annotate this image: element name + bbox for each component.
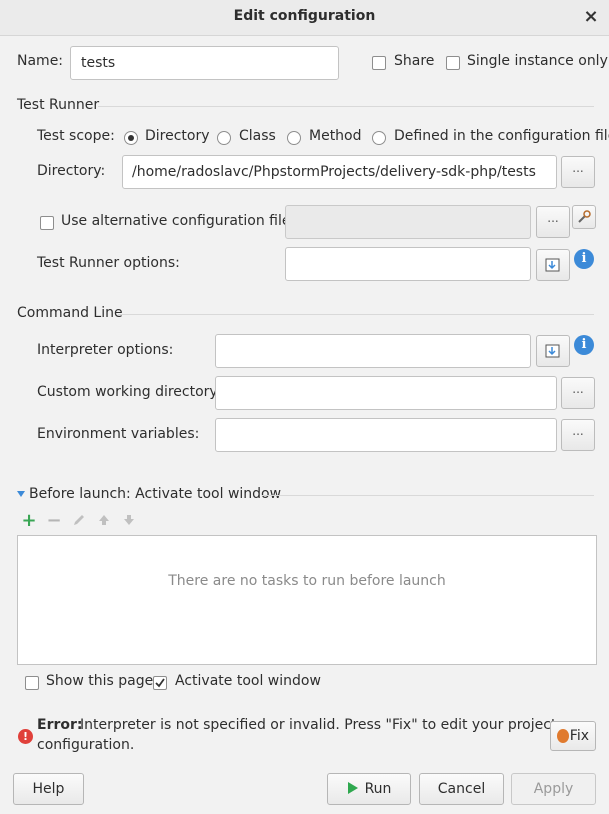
expand-text-icon bbox=[545, 344, 560, 358]
scope-config-file-label: Defined in the configuration file bbox=[394, 128, 609, 144]
environment-variables-input[interactable] bbox=[215, 418, 557, 452]
cancel-button[interactable]: Cancel bbox=[419, 773, 504, 805]
error-icon: ! bbox=[18, 729, 33, 744]
working-directory-input[interactable] bbox=[215, 376, 557, 410]
scope-method-radio[interactable] bbox=[287, 131, 301, 145]
checkmark-icon bbox=[155, 678, 165, 688]
show-page-label: Show this page bbox=[46, 673, 154, 689]
environment-variables-browse-button[interactable]: ... bbox=[561, 419, 595, 451]
wrench-icon bbox=[578, 210, 591, 223]
empty-task-list-text: There are no tasks to run before launch bbox=[168, 573, 446, 589]
interpreter-options-input[interactable] bbox=[215, 334, 531, 368]
working-directory-browse-button[interactable]: ... bbox=[561, 377, 595, 409]
alt-config-checkbox[interactable] bbox=[40, 216, 54, 230]
error-message-line2: configuration. bbox=[37, 737, 135, 753]
before-launch-header[interactable]: Before launch: Activate tool window bbox=[29, 486, 281, 502]
run-play-icon bbox=[347, 782, 358, 794]
environment-variables-label: Environment variables: bbox=[37, 426, 200, 442]
section-separator bbox=[118, 314, 594, 315]
alt-config-label: Use alternative configuration file: bbox=[61, 213, 296, 229]
test-runner-options-label: Test Runner options: bbox=[37, 255, 180, 271]
move-down-icon bbox=[121, 513, 137, 529]
move-up-icon bbox=[96, 513, 112, 529]
test-scope-label: Test scope: bbox=[37, 128, 115, 144]
alt-config-input[interactable] bbox=[285, 205, 531, 239]
dialog-title: Edit configuration bbox=[233, 8, 376, 24]
fix-bulb-icon bbox=[557, 729, 569, 743]
directory-browse-button[interactable]: ... bbox=[561, 156, 595, 188]
close-icon[interactable]: × bbox=[580, 7, 602, 29]
name-label: Name: bbox=[17, 53, 64, 69]
directory-label: Directory: bbox=[37, 163, 106, 179]
single-instance-label: Single instance only bbox=[467, 53, 608, 69]
directory-input[interactable]: /home/radoslavc/PhpstormProjects/deliver… bbox=[122, 155, 557, 189]
run-button-label: Run bbox=[364, 781, 392, 797]
apply-button[interactable]: Apply bbox=[511, 773, 596, 805]
settings-wrench-button[interactable] bbox=[572, 205, 596, 229]
section-separator bbox=[98, 106, 594, 107]
share-checkbox[interactable] bbox=[372, 56, 386, 70]
fix-button[interactable]: Fix bbox=[550, 721, 596, 751]
name-input[interactable]: tests bbox=[70, 46, 339, 80]
alt-config-browse-button[interactable]: ... bbox=[536, 206, 570, 238]
share-label: Share bbox=[394, 53, 435, 69]
test-runner-info-icon[interactable]: i bbox=[574, 249, 594, 269]
activate-tool-window-label: Activate tool window bbox=[175, 673, 321, 689]
command-line-section-title: Command Line bbox=[17, 305, 123, 321]
scope-directory-label: Directory bbox=[145, 128, 210, 144]
help-button[interactable]: Help bbox=[13, 773, 84, 805]
expand-interpreter-options-button[interactable] bbox=[536, 335, 570, 367]
run-button[interactable]: Run bbox=[327, 773, 411, 805]
section-separator bbox=[262, 495, 594, 496]
add-icon[interactable]: + bbox=[21, 512, 37, 530]
scope-method-label: Method bbox=[309, 128, 362, 144]
error-prefix: Error: bbox=[37, 717, 83, 733]
test-runner-options-input[interactable] bbox=[285, 247, 531, 281]
single-instance-checkbox[interactable] bbox=[446, 56, 460, 70]
edit-icon bbox=[71, 513, 87, 529]
scope-class-radio[interactable] bbox=[217, 131, 231, 145]
before-launch-task-list[interactable] bbox=[17, 535, 597, 665]
fix-button-label: Fix bbox=[569, 728, 589, 744]
scope-config-file-radio[interactable] bbox=[372, 131, 386, 145]
scope-directory-radio[interactable] bbox=[124, 131, 138, 145]
remove-icon: − bbox=[46, 510, 62, 531]
interpreter-info-icon[interactable]: i bbox=[574, 335, 594, 355]
expand-text-icon bbox=[545, 258, 560, 272]
test-runner-section-title: Test Runner bbox=[17, 97, 100, 113]
activate-tool-window-checkbox[interactable] bbox=[153, 676, 167, 690]
collapse-triangle-icon[interactable] bbox=[17, 491, 25, 497]
expand-options-button[interactable] bbox=[536, 249, 570, 281]
show-page-checkbox[interactable] bbox=[25, 676, 39, 690]
error-message-line1: Interpreter is not specified or invalid.… bbox=[80, 717, 557, 733]
scope-class-label: Class bbox=[239, 128, 276, 144]
interpreter-options-label: Interpreter options: bbox=[37, 342, 174, 358]
working-directory-label: Custom working directory: bbox=[37, 384, 222, 400]
